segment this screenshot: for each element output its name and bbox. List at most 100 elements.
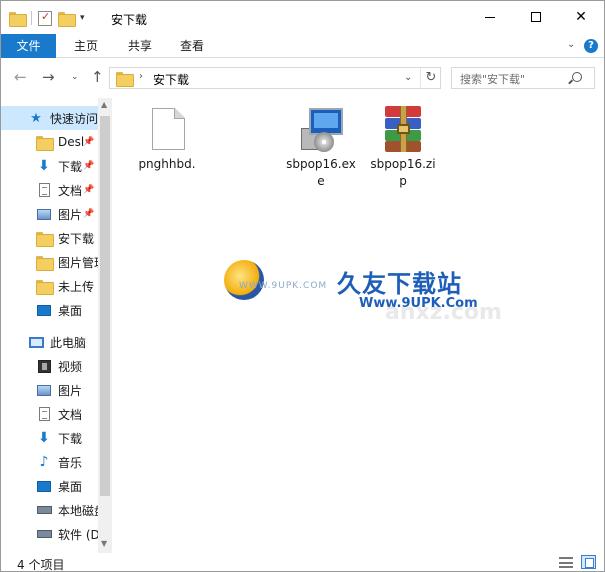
download-arrow-icon: ⬇ [38,430,50,446]
sidebar-item-picture-manager[interactable]: 图片管理 [1,250,98,274]
desktop-icon [37,480,51,492]
file-item[interactable]: sbpop16.zip [367,106,439,190]
tab-home[interactable]: 主页 [63,34,109,58]
sidebar-item-local-disk[interactable]: 本地磁盘 [1,498,98,522]
sidebar-item-label: 视频 [58,359,83,374]
properties-icon[interactable] [38,10,52,26]
close-button[interactable]: ✕ [558,1,604,33]
tab-file[interactable]: 文件 [1,34,56,58]
navigation-bar: ← → ⌄ ↑ › 安下载 ⌄ ↻ 搜索"安下载" [1,62,604,94]
pin-icon[interactable]: 📌 [83,185,94,195]
sidebar-item-downloads[interactable]: ⬇ 下载 [1,426,98,450]
sidebar-item-label: 文档 [58,183,83,198]
sidebar-item-videos[interactable]: 视频 [1,354,98,378]
pin-icon[interactable]: 📌 [83,209,94,219]
file-item[interactable]: sbpop16.exe [285,106,357,190]
explorer-window: ▾ 安下载 ✕ 文件 主页 共享 查看 ⌄ ? ← → ⌄ ↑ › 安下载 ⌄ … [0,0,605,572]
sidebar-item-label: 文档 [58,407,83,422]
sidebar-item-desktop-pc[interactable]: 桌面 [1,474,98,498]
sidebar-item-label: 图片 [58,383,83,398]
sidebar-item-pictures-pinned[interactable]: 图片 📌 [1,202,98,226]
scroll-down-icon[interactable]: ▼ [101,539,107,548]
folder-icon [36,231,54,247]
sidebar-item-desktop[interactable]: 桌面 [1,298,98,322]
details-view-icon[interactable] [559,557,573,568]
refresh-icon[interactable]: ↻ [420,68,441,88]
back-arrow-icon[interactable]: ← [14,68,27,86]
sidebar-item-anxiazai[interactable]: 安下载 [1,226,98,250]
scroll-up-icon[interactable]: ▲ [101,100,107,109]
sidebar-item-label: 图片 [58,207,83,222]
forward-arrow-icon[interactable]: → [42,68,55,86]
watermark-logo-icon [224,260,264,300]
window-title: 安下载 [111,13,148,27]
sidebar-item-desktop-pinned[interactable]: Desl 📌 [1,130,98,154]
sidebar-item-label: Desl [58,135,85,149]
watermark-ghost-text: anxz.com [385,300,502,325]
address-dropdown-icon[interactable]: ⌄ [404,72,412,83]
pin-icon[interactable]: 📌 [83,137,94,147]
sidebar-item-label: 桌面 [58,303,83,318]
file-name: sbpop16.zip [370,157,436,188]
computer-icon [28,336,44,348]
minimize-button[interactable] [467,1,513,33]
search-input[interactable]: 搜索"安下载" [451,67,595,89]
blank-file-icon [141,106,193,152]
sidebar-item-documents-pinned[interactable]: 文档 📌 [1,178,98,202]
help-icon[interactable]: ? [584,39,598,53]
folder-icon [36,255,54,271]
maximize-icon [531,12,541,22]
sidebar-item-label: 快速访问 [50,111,98,126]
watermark-small-text: WWW.9UPK.COM [239,281,328,291]
sidebar-item-not-uploaded[interactable]: 未上传 [1,274,98,298]
maximize-button[interactable] [513,1,559,33]
tab-share[interactable]: 共享 [117,34,163,58]
expand-ribbon-icon[interactable]: ⌄ [567,39,575,50]
sidebar-item-label: 本地磁盘 [58,503,98,518]
music-note-icon: ♪ [39,454,49,470]
toolbar-separator [31,11,32,25]
breadcrumb[interactable]: 安下载 [153,71,189,88]
large-icons-view-icon[interactable] [581,555,596,569]
sidebar-item-quick-access[interactable]: ★ 快速访问 [1,106,98,130]
pin-icon[interactable]: 📌 [83,161,94,171]
folder-icon [36,279,54,295]
recent-locations-icon[interactable]: ⌄ [71,72,79,82]
search-icon[interactable] [572,72,582,82]
sidebar-item-label: 下载 [58,159,83,174]
watermark-brand: 久友下载站 [337,270,462,298]
sidebar-item-label: 未上传 [58,279,95,294]
minimize-icon [485,16,495,18]
address-bar[interactable]: › 安下载 ⌄ ↻ [109,67,441,89]
sidebar-item-label: 下载 [58,431,83,446]
sidebar-item-documents[interactable]: 文档 [1,402,98,426]
document-icon [38,183,50,197]
item-count: 4 个项目 [17,558,65,572]
sidebar-item-downloads-pinned[interactable]: ⬇ 下载 📌 [1,154,98,178]
folder-icon[interactable] [9,11,27,27]
up-arrow-icon[interactable]: ↑ [91,68,104,86]
quick-access-toolbar: ▾ [9,9,85,27]
ribbon: 文件 主页 共享 查看 ⌄ ? [1,34,604,58]
sidebar-item-label: 桌面 [58,479,83,494]
breadcrumb-separator-icon[interactable]: › [139,71,143,82]
title-bar: ▾ 安下载 ✕ [1,1,604,34]
file-item[interactable]: pnghhbd. [131,106,203,173]
sidebar-item-label: 软件 (D [58,527,98,542]
installer-exe-icon [295,106,347,152]
sidebar-item-label: 图片管理 [58,255,98,270]
sidebar-item-pictures[interactable]: 图片 [1,378,98,402]
drive-icon [36,530,52,538]
file-name: sbpop16.exe [286,157,356,188]
qat-dropdown-icon[interactable]: ▾ [80,13,85,23]
sidebar-item-software-drive[interactable]: 软件 (D [1,522,98,546]
sidebar-scrollbar[interactable]: ▲ ▼ [98,98,112,553]
sidebar-item-music[interactable]: ♪ 音乐 [1,450,98,474]
sidebar-item-this-pc[interactable]: 此电脑 [1,330,98,354]
folder-icon [36,135,54,151]
scrollbar-thumb[interactable] [100,116,110,496]
tab-view[interactable]: 查看 [169,34,215,58]
new-folder-icon[interactable] [58,11,76,27]
drive-icon [36,506,52,514]
file-list-pane[interactable]: pnghhbd. sbpop16.exe sbpop16.zip WWW.9UP… [113,98,604,553]
